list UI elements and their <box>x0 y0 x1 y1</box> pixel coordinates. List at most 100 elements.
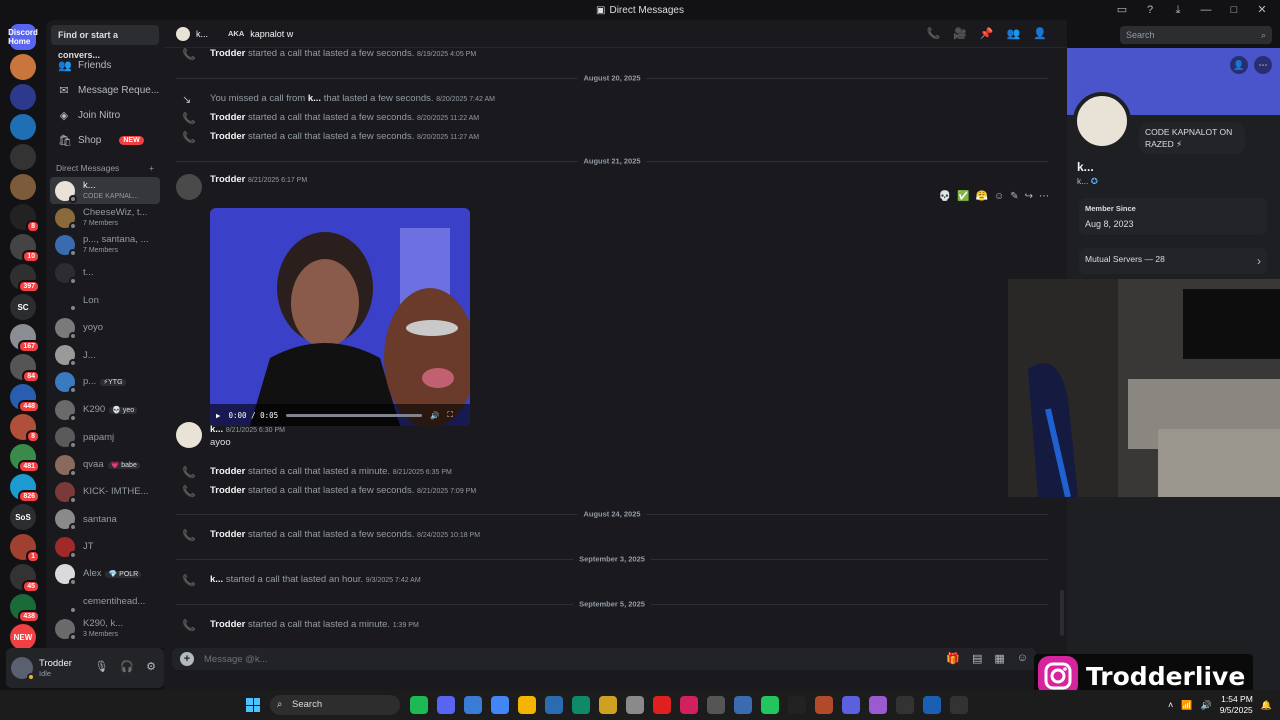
voice-call-icon[interactable]: 📞 <box>926 27 940 40</box>
emoji-icon[interactable]: ☺ <box>1017 652 1028 665</box>
nav-shop[interactable]: 🛍 Shop NEW <box>46 128 164 153</box>
dm-item[interactable]: Alex 💎 POLR <box>46 560 164 587</box>
taskbar-app-icon[interactable] <box>734 696 752 714</box>
create-dm-button[interactable]: + <box>149 163 154 173</box>
dm-item[interactable]: papamj <box>46 424 164 451</box>
dm-item[interactable]: yoyo <box>46 314 164 341</box>
server-icon[interactable]: SoS <box>10 504 36 530</box>
add-friend-icon[interactable]: 👤 <box>1230 56 1248 74</box>
pin-icon[interactable]: 📌 <box>980 27 994 40</box>
message-avatar[interactable] <box>176 422 202 448</box>
attach-plus-icon[interactable]: + <box>180 652 194 666</box>
windows-start-icon[interactable] <box>246 698 260 712</box>
server-icon[interactable]: 397 <box>10 264 40 293</box>
volume-icon[interactable]: 🔊 <box>430 411 439 420</box>
server-icon[interactable]: 167 <box>10 324 40 353</box>
dm-item[interactable]: santana <box>46 506 164 533</box>
video-call-icon[interactable]: 🎥 <box>953 27 967 40</box>
dm-item[interactable]: K290, k... 3 Members <box>46 615 164 642</box>
taskbar-app-icon[interactable] <box>680 696 698 714</box>
play-icon[interactable]: ▶ <box>216 411 221 420</box>
profile-avatar[interactable] <box>1073 92 1131 150</box>
header-search-input[interactable]: Search ⌕ <box>1120 26 1272 44</box>
dm-item[interactable]: qvaa 💗 babe <box>46 451 164 478</box>
taskbar-app-icon[interactable] <box>707 696 725 714</box>
server-icon[interactable] <box>10 144 36 170</box>
dm-item[interactable]: p..., santana, ... 7 Members <box>46 232 164 259</box>
message-composer[interactable]: + Message @k... 🎁 ▤ ▦ ☺ <box>172 648 1036 670</box>
help-icon[interactable]: ? <box>1138 2 1162 18</box>
sticker-icon[interactable]: ▦ <box>994 652 1004 665</box>
message-input[interactable]: Message @k... <box>204 654 268 665</box>
server-icon[interactable]: 438 <box>10 594 40 623</box>
server-icon[interactable]: 8 <box>10 414 40 443</box>
dm-item[interactable]: Lon <box>46 287 164 314</box>
close-button[interactable]: ✕ <box>1250 2 1274 18</box>
taskbar-app-icon[interactable] <box>761 696 779 714</box>
user-profile-icon[interactable]: 👤 <box>1033 27 1047 40</box>
server-icon[interactable] <box>10 54 36 80</box>
taskbar-app-icon[interactable] <box>950 696 968 714</box>
forward-icon[interactable]: ↪ <box>1025 191 1033 209</box>
dm-item[interactable]: KICK- IMTHE... <box>46 478 164 505</box>
taskbar-app-icon[interactable] <box>572 696 590 714</box>
download-icon[interactable]: ⤓ <box>1166 2 1190 18</box>
taskbar-app-icon[interactable] <box>545 696 563 714</box>
server-icon[interactable]: 84 <box>10 354 40 383</box>
taskbar-app-icon[interactable] <box>437 696 455 714</box>
microphone-icon[interactable]: 🎙 <box>94 660 108 673</box>
taskbar-app-icon[interactable] <box>923 696 941 714</box>
add-friends-icon[interactable]: 👥 <box>1007 27 1021 40</box>
message-avatar[interactable] <box>176 174 202 200</box>
more-icon[interactable]: ⋯ <box>1039 191 1049 209</box>
discord-home-icon[interactable]: Discord Home <box>8 24 38 50</box>
volume-icon[interactable]: 🔊 <box>1200 700 1211 711</box>
taskbar-app-icon[interactable] <box>626 696 644 714</box>
server-icon[interactable]: 481 <box>10 444 40 473</box>
user-avatar[interactable] <box>11 657 35 681</box>
taskbar-app-icon[interactable] <box>653 696 671 714</box>
taskbar-app-icon[interactable] <box>842 696 860 714</box>
maximize-button[interactable]: □ <box>1222 2 1246 18</box>
taskbar-app-icon[interactable] <box>491 696 509 714</box>
dm-item[interactable]: k... CODE KAPNAL... <box>50 177 160 205</box>
taskbar-app-icon[interactable] <box>410 696 428 714</box>
angry-reaction-icon[interactable]: 😤 <box>976 191 988 209</box>
server-icon[interactable] <box>10 84 36 110</box>
video-attachment[interactable]: ▶ 0:00 / 0:05 🔊 ⛶ <box>210 208 470 426</box>
gif-icon[interactable]: ▤ <box>972 652 982 665</box>
server-icon[interactable]: 1 <box>10 534 40 563</box>
taskbar-app-icon[interactable] <box>599 696 617 714</box>
server-icon[interactable]: 45 <box>10 564 40 593</box>
taskbar-app-icon[interactable] <box>869 696 887 714</box>
server-icon[interactable]: 8 <box>10 204 40 233</box>
dm-item[interactable]: CheeseWiz, t... 7 Members <box>46 204 164 231</box>
tray-chevron-icon[interactable]: ˄ <box>1168 700 1173 710</box>
add-reaction-icon[interactable]: ☺ <box>994 191 1004 209</box>
headphones-icon[interactable]: 🎧 <box>120 660 134 673</box>
server-icon[interactable]: 10 <box>10 234 40 263</box>
notification-bell-icon[interactable]: 🔔 <box>1261 700 1272 711</box>
edit-icon[interactable]: ✎ <box>1010 191 1018 209</box>
dm-item[interactable]: J... <box>46 341 164 368</box>
wifi-icon[interactable]: 📶 <box>1181 700 1192 711</box>
taskbar-search[interactable]: ⌕ Search <box>270 695 400 715</box>
taskbar-app-icon[interactable] <box>815 696 833 714</box>
server-icon[interactable] <box>10 114 36 140</box>
taskbar-app-icon[interactable] <box>896 696 914 714</box>
dm-item[interactable]: t... <box>46 259 164 286</box>
skull-reaction-icon[interactable]: 💀 <box>939 191 951 209</box>
server-icon[interactable]: NEW <box>10 624 36 650</box>
inbox-icon[interactable]: ▭ <box>1110 2 1134 18</box>
server-icon[interactable]: 448 <box>10 384 40 413</box>
check-reaction-icon[interactable]: ✅ <box>957 191 969 209</box>
dm-item[interactable]: K290 💀 yeo <box>46 396 164 423</box>
settings-gear-icon[interactable]: ⚙ <box>146 660 156 673</box>
dm-item[interactable]: cementihead... <box>46 588 164 615</box>
taskbar-app-icon[interactable] <box>464 696 482 714</box>
mutual-servers-row[interactable]: Mutual Servers — 28 › <box>1079 248 1267 274</box>
fullscreen-icon[interactable]: ⛶ <box>448 410 453 420</box>
server-icon[interactable]: 826 <box>10 474 40 503</box>
minimize-button[interactable]: — <box>1194 2 1218 18</box>
gift-icon[interactable]: 🎁 <box>946 652 960 665</box>
